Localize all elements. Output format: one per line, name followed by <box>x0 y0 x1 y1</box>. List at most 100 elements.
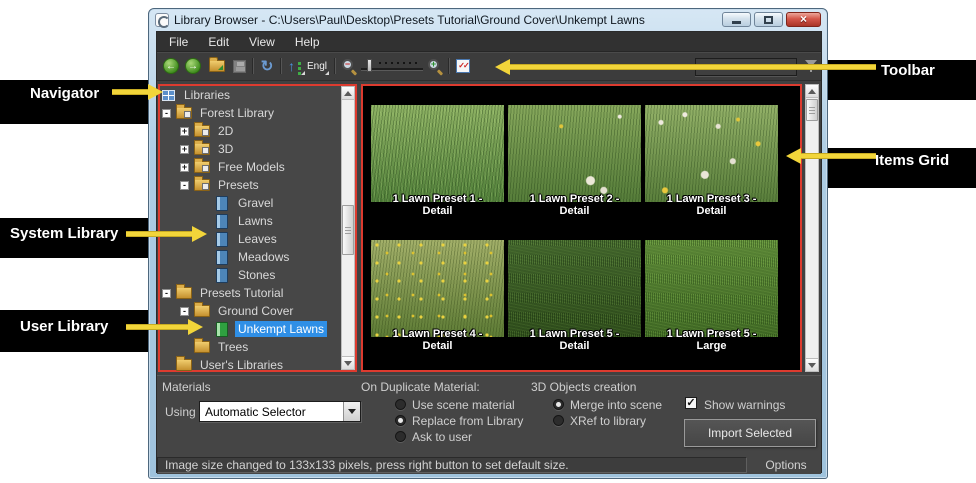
locked-folder-icon <box>194 176 210 191</box>
grid-scrollbar[interactable] <box>805 84 819 372</box>
status-options-button[interactable]: Options <box>761 458 811 472</box>
forward-button[interactable] <box>183 56 203 76</box>
folder-icon <box>176 356 192 371</box>
scroll-down-button[interactable] <box>342 356 354 369</box>
toolbar-callout-label: Toolbar <box>881 62 935 79</box>
tree-item-lawns[interactable]: Lawns <box>160 212 340 230</box>
import-selected-button[interactable]: Import Selected <box>684 419 816 447</box>
tree-item-label: Gravel <box>238 196 274 210</box>
tree-item-forest-library[interactable]: Forest Library <box>160 104 340 122</box>
library-book-icon <box>216 267 228 283</box>
preset-caption: 1 Lawn Preset 1 - Detail <box>371 193 504 217</box>
radio-label[interactable]: XRef to library <box>570 414 646 428</box>
tree-item-2d[interactable]: 2D <box>160 122 340 140</box>
close-button[interactable]: × <box>786 12 821 27</box>
tree-item-presets-tutorial[interactable]: Presets Tutorial <box>160 284 340 302</box>
folder-icon <box>194 302 210 317</box>
locked-folder-icon <box>176 104 192 119</box>
refresh-button[interactable] <box>257 56 277 76</box>
collapse-icon[interactable] <box>162 108 171 118</box>
radio-ask-to-user[interactable] <box>395 431 406 442</box>
scroll-down-button[interactable] <box>806 358 818 371</box>
preset-thumbnail[interactable] <box>645 105 778 202</box>
radio-label[interactable]: Replace from Library <box>412 414 523 428</box>
zoom-in-icon: + <box>427 58 443 74</box>
collapse-icon[interactable] <box>180 180 189 190</box>
radio-label[interactable]: Ask to user <box>412 430 472 444</box>
language-button[interactable]: Engl <box>305 56 330 76</box>
save-button[interactable] <box>229 56 249 76</box>
tree-item-libraries[interactable]: Libraries <box>160 86 340 104</box>
scroll-thumb[interactable] <box>342 205 354 255</box>
preset-thumbnail[interactable] <box>645 240 778 337</box>
locked-folder-icon <box>194 158 210 173</box>
thumbnail-size-slider[interactable] <box>361 59 423 73</box>
preset-thumbnail[interactable] <box>371 105 504 202</box>
material-selector-dropdown[interactable]: Automatic Selector <box>199 401 361 422</box>
radio-use-scene-material[interactable] <box>395 399 406 410</box>
expand-icon[interactable] <box>180 144 189 154</box>
tree-scrollbar[interactable] <box>341 86 355 370</box>
radio-label[interactable]: Merge into scene <box>570 398 662 412</box>
show-warnings-label[interactable]: Show warnings <box>704 398 785 412</box>
checkmarks-icon <box>456 59 470 73</box>
tree-item-meadows[interactable]: Meadows <box>160 248 340 266</box>
verify-items-button[interactable] <box>453 56 473 76</box>
tree-item-3d[interactable]: 3D <box>160 140 340 158</box>
preset-subtitle: Detail <box>696 205 727 217</box>
zoom-out-button[interactable]: − <box>339 56 359 76</box>
preset-caption: 1 Lawn Preset 5 - Large <box>645 328 778 352</box>
collapse-icon[interactable] <box>162 288 171 298</box>
items-grid: 1 Lawn Preset 1 - Detail 1 Lawn Preset 2… <box>361 84 802 372</box>
preset-title: 1 Lawn Preset 5 - <box>666 328 757 340</box>
expand-icon[interactable] <box>180 126 189 136</box>
preset-thumbnail[interactable] <box>371 240 504 337</box>
grid-item-6[interactable]: 1 Lawn Preset 5 - Large <box>645 240 778 352</box>
preset-subtitle: Detail <box>559 205 590 217</box>
grid-item-3[interactable]: 1 Lawn Preset 3 - Detail <box>645 105 778 217</box>
library-browser-window: Library Browser - C:\Users\Paul\Desktop\… <box>148 8 828 479</box>
scroll-up-button[interactable] <box>342 87 354 100</box>
tree-item-trees[interactable]: Trees <box>160 338 340 356</box>
tree-item-label: Lawns <box>238 214 273 228</box>
library-book-icon <box>216 231 228 247</box>
collapse-icon[interactable] <box>180 306 189 316</box>
expand-icon[interactable] <box>180 162 189 172</box>
back-button[interactable] <box>161 56 181 76</box>
tree-item-ground-cover[interactable]: Ground Cover <box>160 302 340 320</box>
radio-replace-from-library[interactable] <box>395 415 406 426</box>
preset-thumbnail[interactable] <box>508 105 641 202</box>
duplicate-material-group-label: On Duplicate Material: <box>361 380 480 394</box>
objects-creation-group-label: 3D Objects creation <box>531 380 637 394</box>
menu-file[interactable]: File <box>159 33 198 51</box>
radio-merge-into-scene[interactable] <box>553 399 564 410</box>
toolbar-arrowhead <box>495 59 510 75</box>
preset-thumbnail[interactable] <box>508 240 641 337</box>
scroll-thumb[interactable] <box>806 99 818 121</box>
grid-item-1[interactable]: 1 Lawn Preset 1 - Detail <box>371 105 504 217</box>
toolbar-separator <box>334 58 335 74</box>
grid-item-2[interactable]: 1 Lawn Preset 2 - Detail <box>508 105 641 217</box>
maximize-button[interactable] <box>754 12 783 27</box>
tree-item-free-models[interactable]: Free Models <box>160 158 340 176</box>
radio-label[interactable]: Use scene material <box>412 398 515 412</box>
tree-item-presets[interactable]: Presets <box>160 176 340 194</box>
slider-thumb[interactable] <box>367 59 372 72</box>
sort-button[interactable] <box>285 56 305 76</box>
tree-item-users-libraries[interactable]: User's Libraries <box>160 356 340 374</box>
menu-view[interactable]: View <box>239 33 285 51</box>
show-warnings-checkbox[interactable] <box>685 397 697 409</box>
radio-xref-to-library[interactable] <box>553 415 564 426</box>
zoom-out-icon: − <box>341 58 357 74</box>
scroll-up-button[interactable] <box>806 85 818 98</box>
forward-icon <box>185 58 201 74</box>
zoom-in-button[interactable]: + <box>425 56 445 76</box>
menu-edit[interactable]: Edit <box>198 33 239 51</box>
tree-item-gravel[interactable]: Gravel <box>160 194 340 212</box>
open-library-button[interactable] <box>207 56 227 76</box>
grid-item-5[interactable]: 1 Lawn Preset 5 - Detail <box>508 240 641 352</box>
tree-item-stones[interactable]: Stones <box>160 266 340 284</box>
menu-help[interactable]: Help <box>285 33 330 51</box>
minimize-button[interactable] <box>722 12 751 27</box>
grid-item-4[interactable]: 1 Lawn Preset 4 - Detail <box>371 240 504 352</box>
